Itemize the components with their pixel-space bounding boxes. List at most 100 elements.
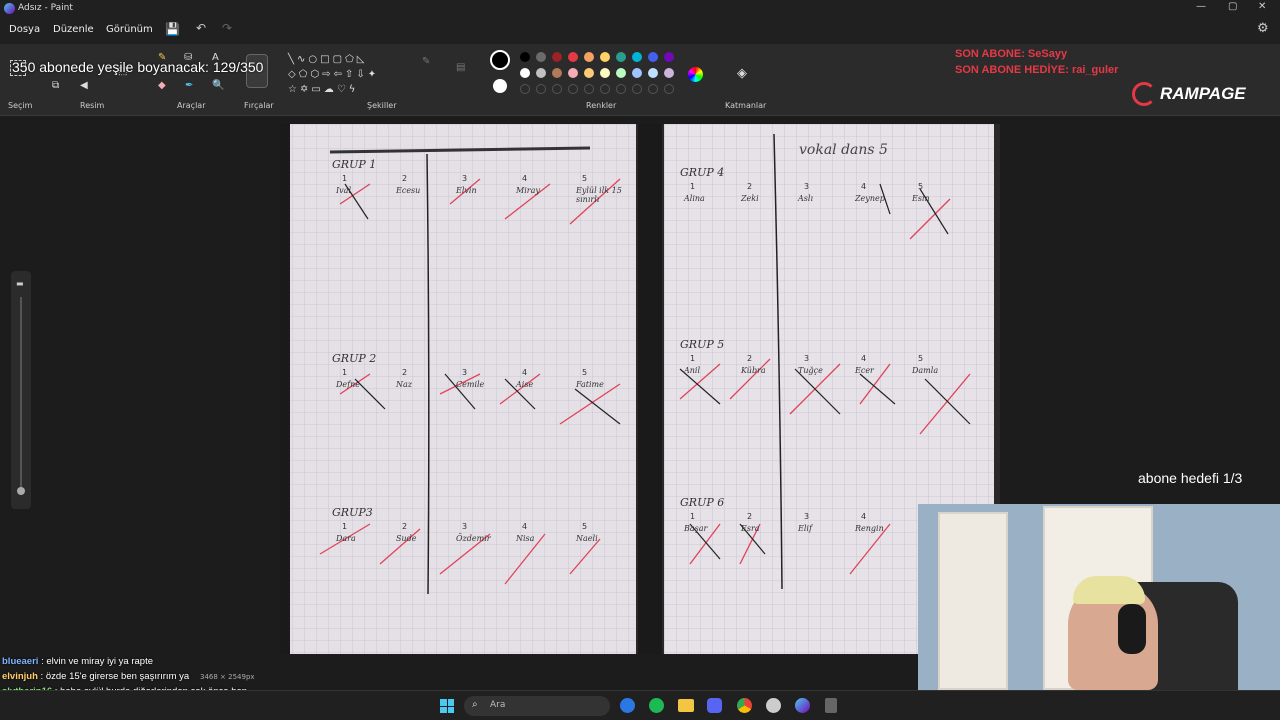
menu-file[interactable]: Dosya (9, 24, 40, 35)
palette-swatch[interactable] (632, 52, 642, 62)
canvas[interactable]: GRUP 1 1 Ival 2 Ecesu 3 Elvin 4 Miray 5 Eylül ilk … (280, 124, 1000, 654)
menu-edit[interactable]: Düzenle (53, 24, 94, 35)
palette-swatch[interactable] (536, 52, 546, 62)
callout-shape-icon[interactable]: ▭ (311, 84, 323, 95)
color-1-swatch[interactable] (490, 50, 510, 70)
color-2-swatch[interactable] (493, 79, 507, 93)
chat-username[interactable]: elvinjuh (2, 671, 38, 682)
save-icon[interactable]: 💾 (165, 22, 180, 36)
menu-view[interactable]: Görünüm (106, 24, 153, 35)
palette-swatch[interactable] (600, 68, 610, 78)
palette-swatch[interactable] (648, 68, 658, 78)
palette-empty-swatch[interactable] (520, 84, 530, 94)
palette-swatch[interactable] (568, 68, 578, 78)
student-name: Damla (912, 366, 939, 375)
student-name: Başar (684, 524, 708, 533)
settings-icon[interactable]: ⚙ (1257, 21, 1269, 36)
color-wheel-icon[interactable] (688, 67, 703, 82)
palette-swatch[interactable] (520, 68, 530, 78)
chat-message: blueaeri : elvin ve miray iyi ya rapte (2, 654, 282, 669)
chat-separator: : (37, 671, 46, 682)
steam-icon[interactable] (766, 698, 781, 713)
paint-taskbar-icon[interactable] (795, 698, 810, 713)
student-number: 1 (690, 354, 696, 363)
door-left (938, 512, 1008, 690)
palette-empty-swatch[interactable] (648, 84, 658, 94)
palette-swatch[interactable] (632, 68, 642, 78)
color-picker-icon[interactable]: ✒ (185, 80, 193, 91)
student-number: 5 (582, 174, 588, 183)
oval-shape-icon[interactable]: ○ (308, 54, 320, 65)
arrow-right-shape-icon[interactable]: ⇨ (322, 69, 333, 80)
crop-icon[interactable]: ⧉ (52, 80, 59, 91)
undo-icon[interactable]: ↶ (196, 21, 206, 35)
chat-username[interactable]: blueaeri (2, 656, 38, 667)
layers-icon[interactable]: ◈ (737, 66, 747, 81)
palette-swatch[interactable] (664, 68, 674, 78)
palette-swatch[interactable] (552, 52, 562, 62)
calculator-icon[interactable] (825, 698, 837, 713)
palette-empty-swatch[interactable] (600, 84, 610, 94)
pentagon-shape-icon[interactable]: ⬠ (299, 69, 311, 80)
edge-icon[interactable] (620, 698, 635, 713)
palette-swatch[interactable] (536, 68, 546, 78)
palette-empty-swatch[interactable] (664, 84, 674, 94)
zoom-slider[interactable]: ▬ (11, 271, 31, 509)
rounded-rect-shape-icon[interactable]: ▢ (333, 54, 345, 65)
polygon-shape-icon[interactable]: ⬠ (345, 54, 357, 65)
star6-shape-icon[interactable]: ✡ (300, 84, 311, 95)
chrome-icon[interactable] (737, 698, 752, 713)
arrow-left-shape-icon[interactable]: ⇦ (334, 69, 345, 80)
palette-swatch[interactable] (552, 68, 562, 78)
start-icon[interactable] (440, 699, 454, 713)
maximize-icon[interactable]: ▢ (1228, 1, 1237, 12)
shapes-gallery[interactable]: ╲∿○□▢⬠◺ ◇⬠⬡⇨⇦⇧⇩✦ ☆✡▭☁♡ϟ (288, 52, 406, 98)
palette-empty-swatch[interactable] (568, 84, 578, 94)
palette-swatch[interactable] (616, 68, 626, 78)
cloud-shape-icon[interactable]: ☁ (324, 84, 337, 95)
palette-empty-swatch[interactable] (632, 84, 642, 94)
folder-icon[interactable] (678, 699, 694, 712)
discord-icon[interactable] (707, 698, 722, 713)
student-number: 5 (918, 182, 924, 191)
hexagon-shape-icon[interactable]: ⬡ (310, 69, 322, 80)
redo-icon[interactable]: ↷ (222, 21, 232, 35)
outline-icon[interactable]: ✎ (422, 56, 430, 67)
palette-empty-swatch[interactable] (552, 84, 562, 94)
palette-swatch[interactable] (584, 52, 594, 62)
diamond-shape-icon[interactable]: ◇ (288, 69, 299, 80)
student-number: 1 (342, 174, 348, 183)
line-shape-icon[interactable]: ╲ (288, 54, 297, 65)
search-box[interactable]: ⌕ Ara (464, 696, 610, 716)
rotate-icon[interactable]: ◀ (80, 80, 88, 91)
palette-swatch[interactable] (584, 68, 594, 78)
star4-shape-icon[interactable]: ✦ (368, 69, 379, 80)
student-name: Nisa (516, 534, 535, 543)
arrow-up-shape-icon[interactable]: ⇧ (345, 69, 356, 80)
palette-empty-swatch[interactable] (584, 84, 594, 94)
palette-swatch[interactable] (616, 52, 626, 62)
curve-shape-icon[interactable]: ∿ (297, 54, 308, 65)
triangle-shape-icon[interactable]: ◺ (357, 54, 368, 65)
palette-swatch[interactable] (568, 52, 578, 62)
palette-swatch[interactable] (520, 52, 530, 62)
student-name: Cemile (456, 380, 485, 389)
heart-shape-icon[interactable]: ♡ (337, 84, 349, 95)
close-icon[interactable]: ✕ (1258, 1, 1266, 12)
shape-fill-icon[interactable]: ▤ (456, 62, 465, 73)
palette-empty-swatch[interactable] (536, 84, 546, 94)
palette-swatch[interactable] (600, 52, 610, 62)
spotify-icon[interactable] (649, 698, 664, 713)
lightning-shape-icon[interactable]: ϟ (349, 84, 359, 95)
palette-swatch[interactable] (648, 52, 658, 62)
zoom-thumb[interactable] (17, 487, 25, 495)
arrow-down-shape-icon[interactable]: ⇩ (356, 69, 367, 80)
eraser-icon[interactable]: ◆ (158, 80, 166, 91)
image-dimensions: 3468 × 2549px (200, 673, 255, 681)
magnifier-icon[interactable]: 🔍 (212, 80, 224, 91)
rect-shape-icon[interactable]: □ (320, 54, 332, 65)
minimize-icon[interactable]: — (1196, 1, 1206, 12)
palette-empty-swatch[interactable] (616, 84, 626, 94)
star5-shape-icon[interactable]: ☆ (288, 84, 300, 95)
palette-swatch[interactable] (664, 52, 674, 62)
